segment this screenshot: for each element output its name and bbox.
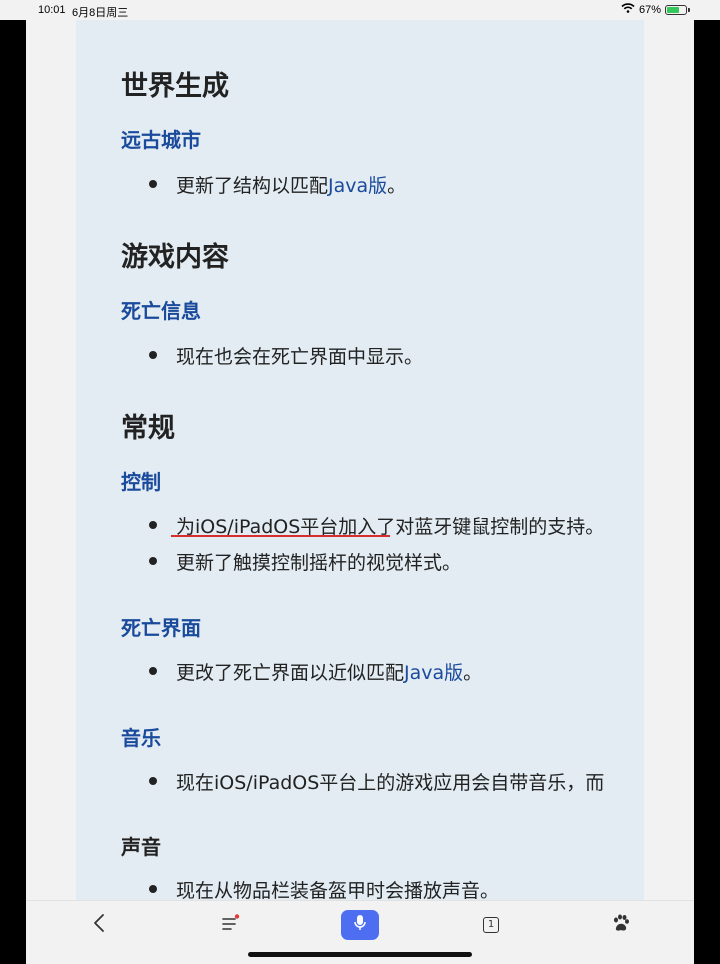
screen: 10:01 6月8日周三 67% 世界生成 远古城市 更新了结构以匹配Java版…	[0, 0, 720, 964]
status-date: 6月8日周三	[72, 7, 129, 19]
subsection-sound: 声音	[121, 835, 161, 859]
bullet	[149, 557, 157, 565]
battery-level	[667, 6, 680, 13]
bullet	[149, 521, 157, 529]
subsection-controls[interactable]: 控制	[121, 466, 161, 495]
battery-cap	[688, 7, 690, 12]
status-time: 10:01	[38, 4, 66, 16]
status-bar: 10:01 6月8日周三 67%	[0, 0, 720, 20]
left-bezel	[0, 20, 26, 964]
mic-button-bg	[341, 910, 379, 940]
right-bezel	[694, 20, 720, 964]
bullet	[149, 180, 157, 188]
section-title-general: 常规	[121, 413, 175, 444]
subsection-ancient-city[interactable]: 远古城市	[121, 124, 201, 153]
red-annotation-underline	[171, 535, 390, 537]
back-button[interactable]	[84, 901, 114, 949]
bullet	[149, 777, 157, 785]
web-page[interactable]: 世界生成 远古城市 更新了结构以匹配Java版。 游戏内容 死亡信息 现在也会在…	[26, 20, 694, 900]
chevron-left-icon	[93, 913, 105, 937]
section-title-world-generation: 世界生成	[121, 71, 229, 102]
subsection-death-screen[interactable]: 死亡界面	[121, 612, 201, 641]
paw-icon	[612, 914, 630, 936]
battery-percent: 67%	[638, 3, 661, 16]
voice-search-button[interactable]	[341, 901, 379, 949]
list-item-text: 更新了触摸控制摇杆的视觉样式。	[176, 552, 462, 574]
battery-icon	[665, 4, 687, 15]
java-edition-link[interactable]: Java版	[328, 175, 387, 197]
section-title-game-content: 游戏内容	[121, 242, 229, 273]
subsection-music[interactable]: 音乐	[121, 722, 161, 751]
tabs-count: 1	[487, 919, 495, 930]
java-edition-link[interactable]: Java版	[404, 662, 463, 684]
menu-button[interactable]	[216, 901, 246, 949]
baidu-home-button[interactable]	[606, 901, 636, 949]
article-content: 世界生成 远古城市 更新了结构以匹配Java版。 游戏内容 死亡信息 现在也会在…	[76, 20, 644, 900]
list-item-text: 更新了结构以匹配Java版。	[176, 175, 407, 197]
bullet	[149, 885, 157, 893]
list-item-text: 现在也会在死亡界面中显示。	[176, 346, 424, 368]
subsection-death-messages[interactable]: 死亡信息	[121, 295, 201, 324]
clipped-previous-text	[186, 20, 626, 24]
list-item-text: 更改了死亡界面以近似匹配Java版。	[176, 662, 483, 684]
menu-icon	[221, 914, 241, 936]
list-item-text: 现在iOS/iPadOS平台上的游戏应用会自带音乐，而	[176, 772, 605, 794]
list-item-text: 现在从物品栏装备盔甲时会播放声音。	[176, 880, 500, 900]
microphone-icon	[353, 914, 367, 936]
bullet	[149, 667, 157, 675]
home-indicator[interactable]	[248, 952, 472, 957]
tabs-icon: 1	[483, 917, 499, 933]
tabs-button[interactable]: 1	[476, 901, 506, 949]
wifi-icon	[621, 3, 635, 16]
bottom-toolbar: 1	[26, 900, 694, 949]
bullet	[149, 351, 157, 359]
status-right: 67%	[621, 3, 690, 16]
